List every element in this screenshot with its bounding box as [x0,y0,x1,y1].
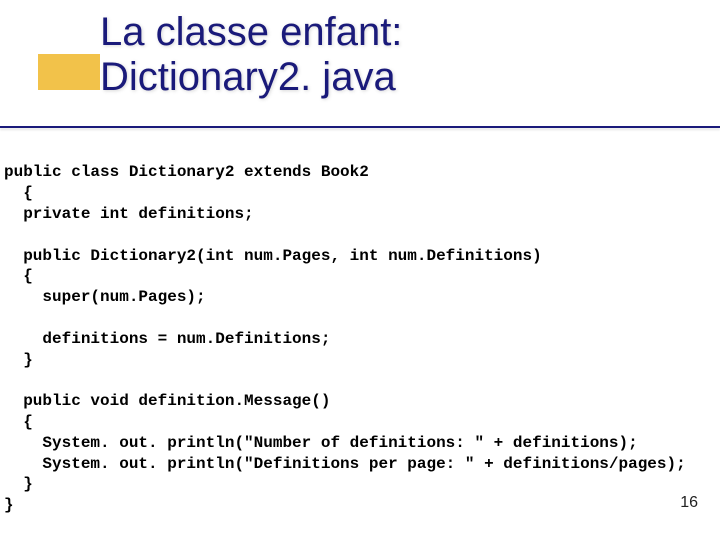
slide-title: La classe enfant: Dictionary2. java [0,8,720,100]
code-line: public void definition.Message() [4,392,330,410]
slide-header: La classe enfant: Dictionary2. java [0,0,720,118]
title-line-2: Dictionary2. java [100,55,396,99]
code-line: System. out. println("Number of definiti… [4,434,638,452]
code-line: System. out. println("Definitions per pa… [4,455,686,473]
code-line: public Dictionary2(int num.Pages, int nu… [4,247,542,265]
code-line: private int definitions; [4,205,254,223]
code-line: { [4,413,33,431]
title-line-1: La classe enfant: [100,10,402,54]
code-line: } [4,351,33,369]
code-line: { [4,267,33,285]
code-line: public class Dictionary2 extends Book2 [4,163,369,181]
code-line: } [4,475,33,493]
code-line: } [4,496,14,514]
code-line: definitions = num.Definitions; [4,330,330,348]
page-number: 16 [680,494,698,512]
code-line: super(num.Pages); [4,288,206,306]
code-block: public class Dictionary2 extends Book2 {… [0,128,720,516]
code-line: { [4,184,33,202]
